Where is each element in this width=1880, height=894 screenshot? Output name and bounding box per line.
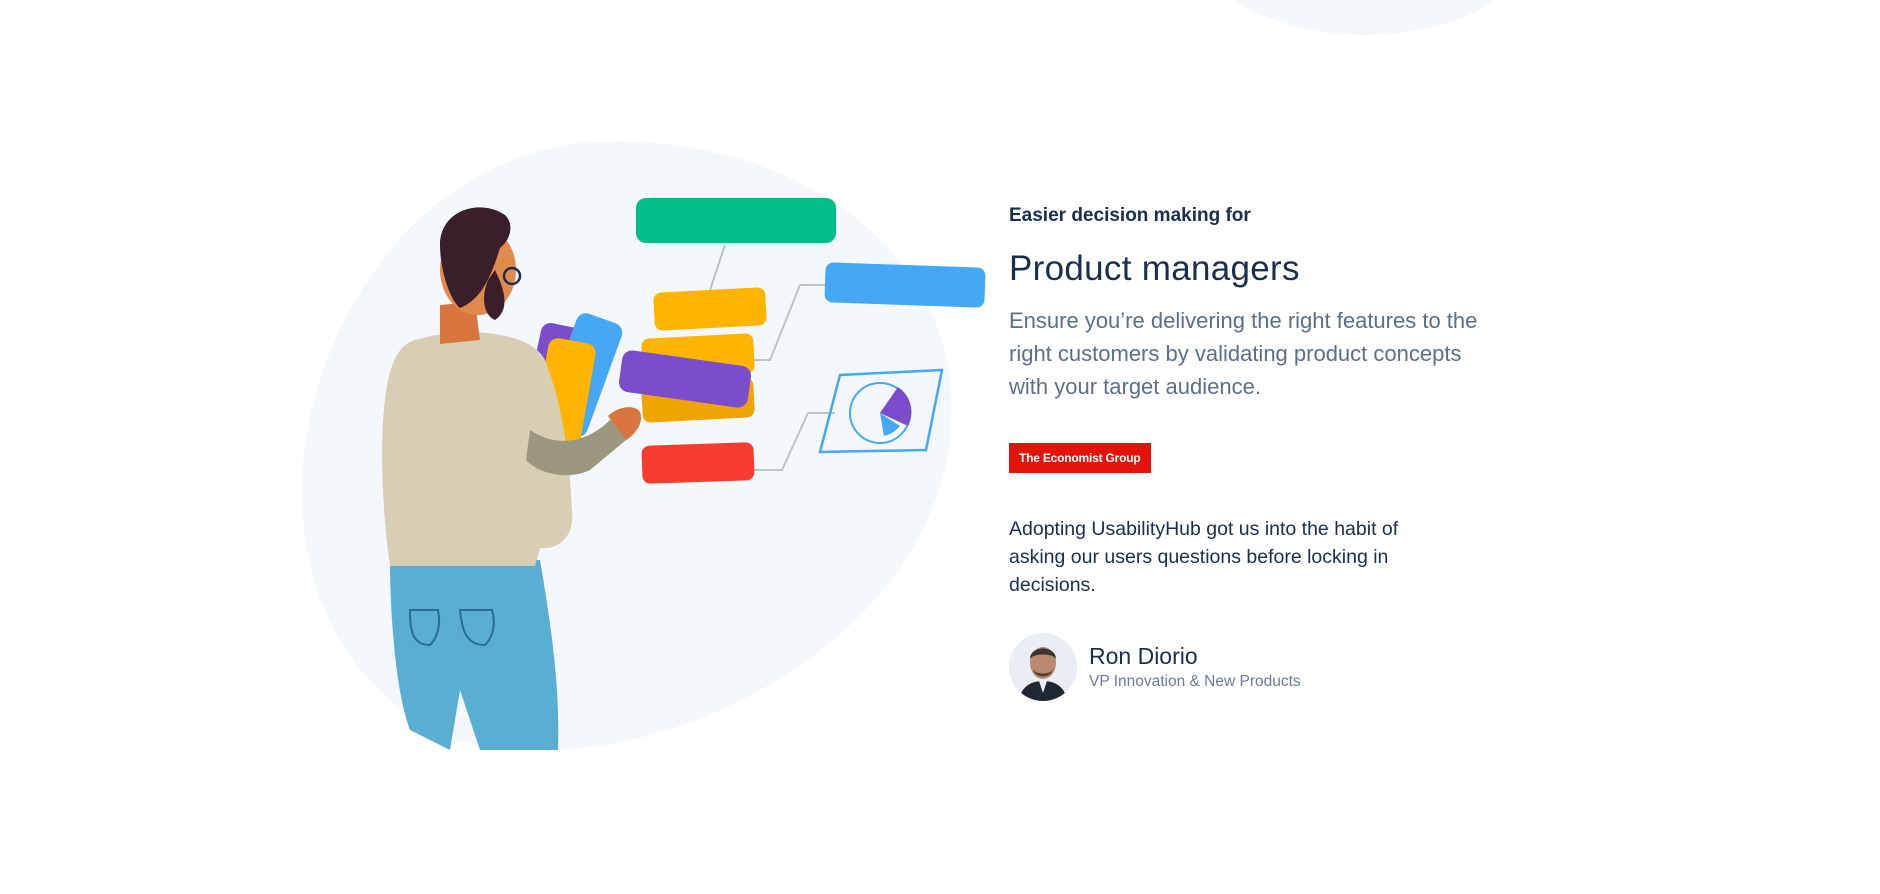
blue-card [824, 262, 986, 308]
decorative-background-blob [1195, 0, 1535, 35]
section-description: Ensure you’re delivering the right featu… [1009, 308, 1478, 399]
section-title: Product managers [1009, 249, 1300, 288]
economist-group-logo: The Economist Group [1009, 443, 1151, 473]
green-card [636, 198, 836, 243]
product-manager-illustration [290, 130, 990, 770]
product-managers-section: Easier decision making for Product manag… [1009, 204, 1529, 701]
testimonial-quote: Adopting UsabilityHub got us into the ha… [1009, 518, 1399, 596]
testimonial-author: Ron Diorio VP Innovation & New Products [1009, 633, 1529, 701]
author-name: Ron Diorio [1089, 643, 1198, 669]
author-avatar [1009, 633, 1077, 701]
red-card [641, 442, 755, 484]
author-title: VP Innovation & New Products [1089, 673, 1301, 690]
section-eyebrow: Easier decision making for [1009, 205, 1251, 226]
